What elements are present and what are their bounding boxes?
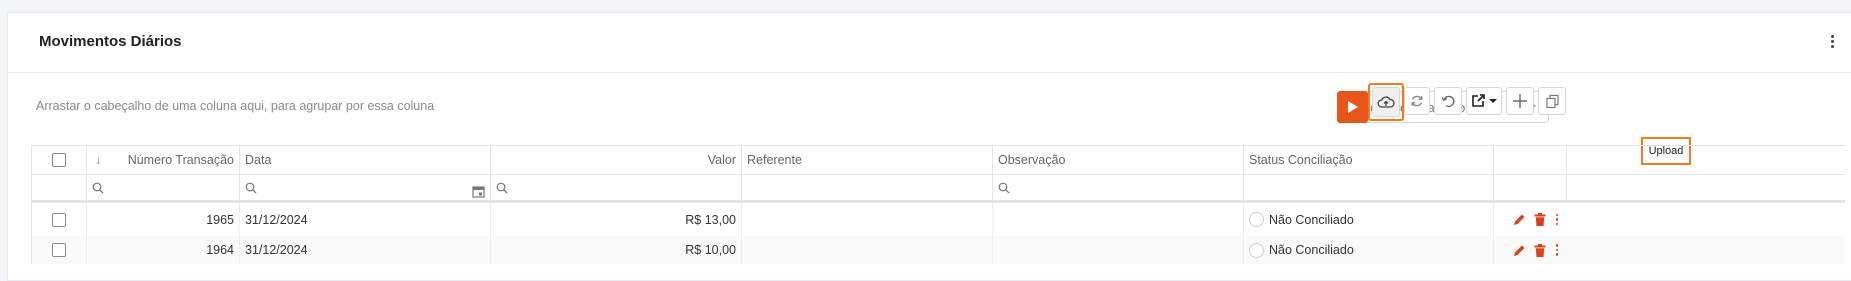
grid-filter-row	[32, 175, 1845, 203]
column-header-referente[interactable]: Referente	[742, 146, 993, 174]
row-actions	[1494, 203, 1567, 236]
upload-button[interactable]	[1372, 87, 1400, 117]
row-select-cell	[32, 236, 87, 264]
chevron-down-icon	[1489, 99, 1497, 103]
filter-numero[interactable]	[87, 175, 240, 200]
cell-referente	[742, 236, 993, 264]
filter-data[interactable]	[240, 175, 491, 200]
filter-status	[1244, 175, 1494, 200]
column-header-status[interactable]: Status Conciliação	[1244, 146, 1494, 174]
column-label: Referente	[747, 153, 802, 167]
select-all-checkbox[interactable]	[52, 153, 66, 167]
cell-referente	[742, 203, 993, 236]
column-header-valor[interactable]: Valor	[491, 146, 742, 174]
movements-grid: ↓ Número Transação Data Valor Referente …	[31, 145, 1845, 264]
group-by-drop-area[interactable]: Arrastar o cabeçalho de uma coluna aqui,…	[36, 99, 434, 113]
column-label: Observação	[998, 153, 1066, 167]
plus-icon	[1513, 94, 1527, 108]
grid-header-row: ↓ Número Transação Data Valor Referente …	[32, 146, 1845, 175]
column-label: Data	[245, 153, 272, 167]
sort-desc-icon[interactable]: ↓	[95, 153, 101, 167]
export-icon	[1472, 94, 1485, 107]
row-more-icon[interactable]	[1554, 213, 1560, 226]
filter-valor[interactable]	[491, 175, 742, 200]
run-action-button[interactable]	[1337, 91, 1368, 123]
column-label: Número Transação	[127, 153, 234, 167]
column-header-observacao[interactable]: Observação	[993, 146, 1244, 174]
delete-icon[interactable]	[1534, 243, 1546, 257]
cell-valor: R$ 10,00	[491, 236, 742, 264]
card-header: Movimentos Diários	[8, 13, 1851, 73]
status-indicator	[1249, 242, 1264, 258]
cell-observacao	[993, 236, 1244, 264]
row-more-icon[interactable]	[1554, 244, 1560, 256]
select-all-cell	[32, 146, 87, 174]
status-text: Não Conciliado	[1269, 243, 1354, 257]
edit-icon[interactable]	[1513, 244, 1526, 257]
search-icon	[92, 182, 104, 193]
cell-numero: 1964	[87, 236, 240, 264]
page-title: Movimentos Diários	[39, 33, 182, 50]
search-icon	[496, 182, 508, 193]
column-header-numero[interactable]: ↓ Número Transação	[87, 146, 240, 174]
play-icon	[1347, 101, 1358, 113]
cloud-upload-icon	[1377, 96, 1395, 108]
status-text: Não Conciliado	[1269, 212, 1354, 227]
calendar-icon[interactable]	[472, 185, 485, 198]
row-checkbox[interactable]	[52, 212, 66, 227]
row-actions	[1494, 236, 1567, 264]
cell-valor: R$ 13,00	[491, 203, 742, 236]
row-select-cell	[32, 203, 87, 236]
filter-referente	[742, 175, 993, 200]
copy-button[interactable]	[1538, 87, 1566, 115]
cell-status: Não Conciliado	[1244, 236, 1494, 264]
refresh-icon	[1411, 95, 1423, 107]
cell-data: 31/12/2024	[240, 203, 491, 236]
filter-actions	[1494, 175, 1567, 200]
status-indicator	[1249, 212, 1264, 227]
delete-icon[interactable]	[1534, 213, 1546, 226]
undo-button[interactable]	[1434, 87, 1462, 115]
undo-icon	[1441, 95, 1455, 107]
refresh-button[interactable]	[1404, 87, 1430, 115]
more-options-icon[interactable]	[1825, 30, 1839, 52]
cell-observacao	[993, 203, 1244, 236]
cell-numero: 1965	[87, 203, 240, 236]
filter-observacao[interactable]	[993, 175, 1244, 200]
export-button[interactable]	[1466, 87, 1502, 115]
search-icon	[245, 182, 257, 193]
table-row[interactable]: 1965 31/12/2024 R$ 13,00 Não Conciliado	[32, 203, 1845, 236]
cell-status: Não Conciliado	[1244, 203, 1494, 236]
add-button[interactable]	[1506, 87, 1534, 115]
column-header-data[interactable]: Data	[240, 146, 491, 174]
search-icon	[998, 182, 1010, 193]
row-checkbox[interactable]	[52, 243, 66, 257]
table-row[interactable]: 1964 31/12/2024 R$ 10,00 Não Conciliado	[32, 236, 1845, 264]
edit-icon[interactable]	[1513, 213, 1526, 226]
column-label: Status Conciliação	[1249, 153, 1353, 167]
column-header-actions	[1494, 146, 1567, 174]
copy-icon	[1545, 94, 1559, 108]
upload-button-highlight	[1368, 83, 1404, 121]
cell-data: 31/12/2024	[240, 236, 491, 264]
filter-cell-empty	[32, 175, 87, 200]
column-label: Valor	[707, 153, 736, 167]
